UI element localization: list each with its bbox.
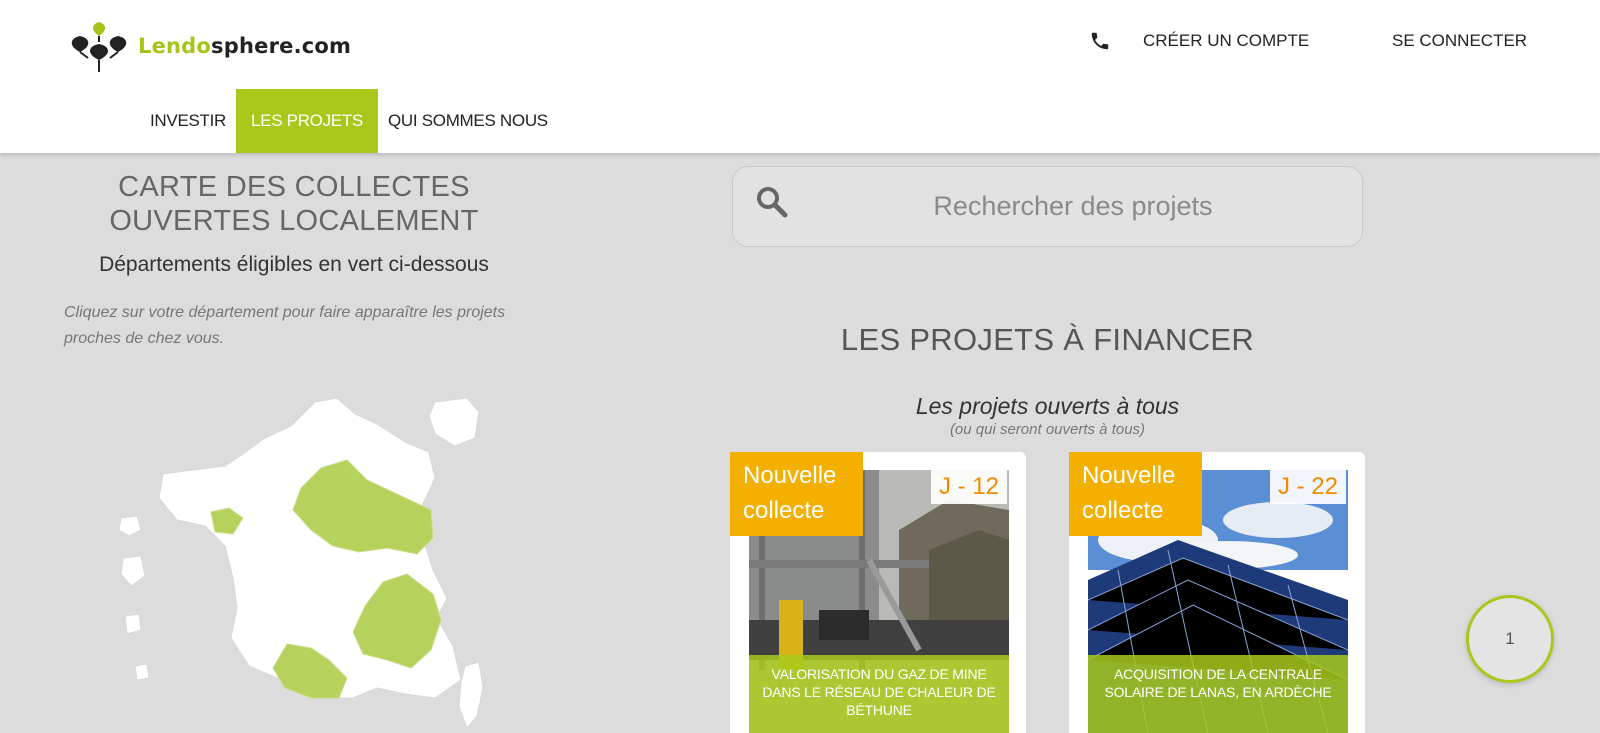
nav-item-les-projets[interactable]: LES PROJETS bbox=[236, 89, 378, 153]
nav-item-investir[interactable]: INVESTIR bbox=[140, 89, 236, 153]
badge-line-1: Nouvelle bbox=[1082, 462, 1176, 489]
map-corsica[interactable] bbox=[458, 661, 484, 729]
badge-line-2: collecte bbox=[743, 497, 825, 524]
map-overseas-1[interactable] bbox=[118, 515, 142, 537]
project-search-box bbox=[732, 166, 1363, 247]
ginkgo-logo-icon bbox=[71, 22, 127, 72]
site-logo[interactable]: Lendosphere.com bbox=[66, 18, 351, 74]
site-header: Lendosphere.com CRÉER UN COMPTE SE CONNE… bbox=[0, 0, 1600, 153]
badge-line-2: collecte bbox=[1082, 497, 1164, 524]
map-hint: Cliquez sur votre département pour faire… bbox=[64, 304, 506, 347]
login-link[interactable]: SE CONNECTER bbox=[1392, 31, 1527, 51]
project-search-input[interactable] bbox=[793, 167, 1353, 246]
map-title-line-2: OUVERTES LOCALEMENT bbox=[109, 205, 479, 237]
new-collection-badge: Nouvelle collecte bbox=[1069, 452, 1202, 536]
nav-item-qui-sommes-nous[interactable]: QUI SOMMES NOUS bbox=[378, 89, 558, 153]
map-overseas-4[interactable] bbox=[134, 663, 150, 681]
create-account-link[interactable]: CRÉER UN COMPTE bbox=[1143, 31, 1309, 51]
floating-counter-button[interactable]: 1 bbox=[1466, 595, 1554, 683]
phone-icon[interactable] bbox=[1089, 30, 1111, 52]
open-to-all-heading: Les projets ouverts à tous bbox=[915, 393, 1180, 419]
map-title: CARTE DES COLLECTES OUVERTES LOCALEMENT bbox=[64, 170, 524, 238]
map-overseas-2[interactable] bbox=[120, 555, 146, 587]
open-to-all-subheading: (ou qui seront ouverts à tous) bbox=[949, 421, 1146, 438]
france-departments-map[interactable] bbox=[115, 398, 495, 733]
main-nav: INVESTIR LES PROJETS QUI SOMMES NOUS bbox=[140, 89, 558, 153]
map-overseas-3[interactable] bbox=[124, 613, 142, 635]
badge-line-1: Nouvelle bbox=[743, 462, 837, 489]
map-overseas-5[interactable] bbox=[428, 398, 480, 447]
new-collection-badge: Nouvelle collecte bbox=[730, 452, 863, 536]
search-icon[interactable] bbox=[755, 185, 789, 219]
project-card[interactable]: ACQUISITION DE LA CENTRALE SOLAIRE DE LA… bbox=[1069, 452, 1365, 733]
project-caption[interactable]: ACQUISITION DE LA CENTRALE SOLAIRE DE LA… bbox=[1088, 655, 1348, 733]
map-subtitle: Départements éligibles en vert ci-dessou… bbox=[99, 253, 489, 276]
days-remaining-badge: J - 12 bbox=[930, 470, 1007, 504]
map-title-line-1: CARTE DES COLLECTES bbox=[118, 171, 470, 203]
days-remaining-badge: J - 22 bbox=[1269, 470, 1346, 504]
project-card[interactable]: VALORISATION DU GAZ DE MINE DANS LE RÉSE… bbox=[730, 452, 1026, 733]
project-caption[interactable]: VALORISATION DU GAZ DE MINE DANS LE RÉSE… bbox=[749, 655, 1009, 733]
projects-section-title: LES PROJETS À FINANCER bbox=[840, 322, 1255, 357]
logo-text: Lendosphere.com bbox=[138, 34, 352, 58]
